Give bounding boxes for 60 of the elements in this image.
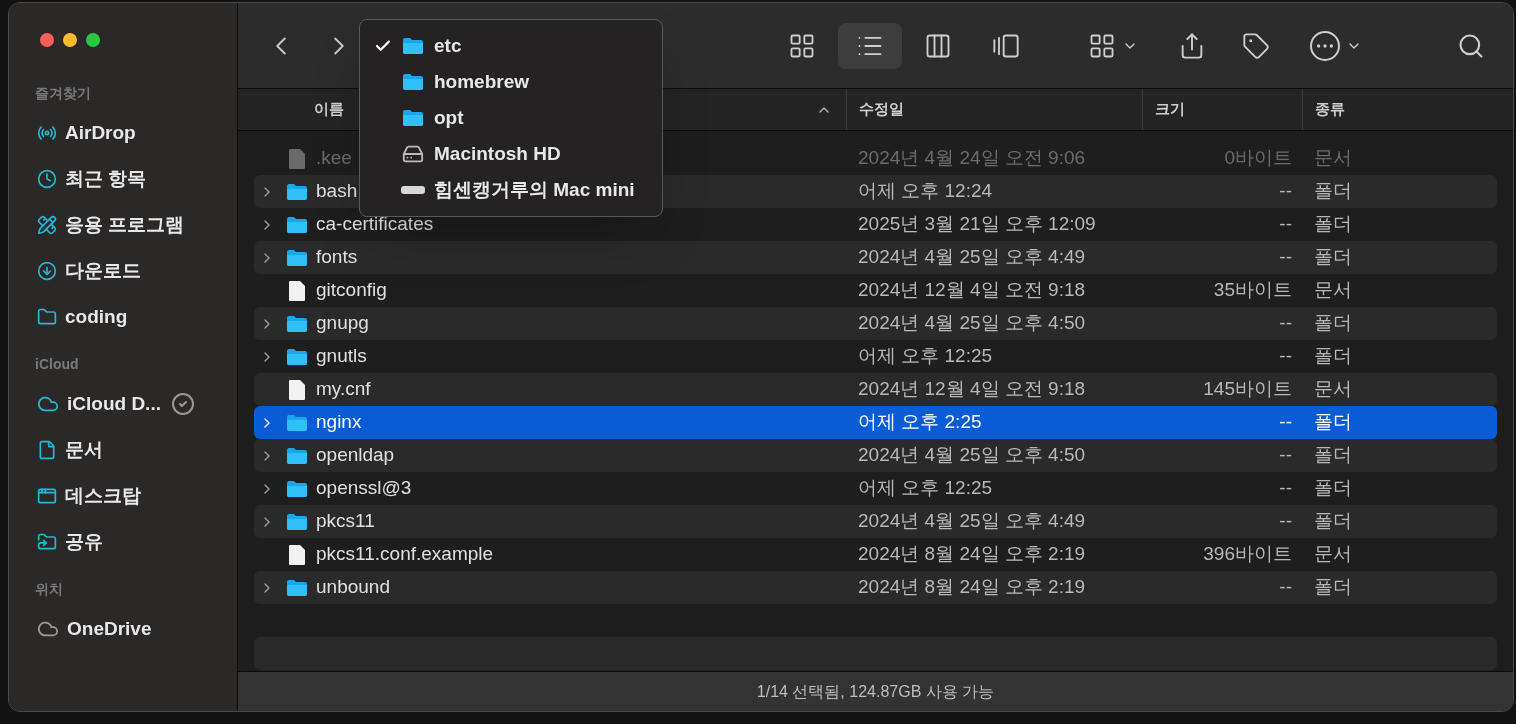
modified-date: 어제 오후 12:25 <box>857 476 994 501</box>
modified-date: 2024년 4월 24일 오전 9:06 <box>857 146 1087 171</box>
file-size: -- <box>1278 410 1292 435</box>
modified-date: 어제 오후 12:24 <box>857 179 994 204</box>
file-name: openldap <box>316 443 395 468</box>
file-type: 문서 <box>1313 377 1352 402</box>
file-type: 폴더 <box>1313 344 1352 369</box>
file-type: 폴더 <box>1313 212 1352 237</box>
modified-date: 2024년 4월 25일 오후 4:49 <box>857 509 1087 534</box>
file-type: 폴더 <box>1313 311 1352 336</box>
modified-date: 2024년 8월 24일 오후 2:19 <box>857 575 1087 600</box>
file-name: bash <box>316 179 358 204</box>
file-name: fonts <box>316 245 358 270</box>
file-type: 폴더 <box>1313 179 1352 204</box>
modified-date: 2025년 3월 21일 오후 12:09 <box>857 212 1097 237</box>
modified-date: 2024년 12월 4일 오전 9:18 <box>857 377 1087 402</box>
file-size: 145바이트 <box>1202 377 1292 402</box>
file-type: 문서 <box>1313 278 1352 303</box>
modified-date: 2024년 8월 24일 오후 2:19 <box>857 542 1087 567</box>
sidebar-section-title: 즐겨찾기 <box>35 84 92 103</box>
file-name: ca-certificates <box>316 212 434 237</box>
file-name: openssl@3 <box>316 476 412 501</box>
modified-date: 어제 오후 2:25 <box>857 410 983 435</box>
file-size: -- <box>1278 212 1292 237</box>
file-type: 문서 <box>1313 542 1352 567</box>
modified-date: 2024년 4월 25일 오후 4:50 <box>857 311 1087 336</box>
file-type: 폴더 <box>1313 443 1352 468</box>
file-type: 폴더 <box>1313 575 1352 600</box>
file-size: -- <box>1278 476 1292 501</box>
file-name: gnutls <box>316 344 367 369</box>
sidebar-section-title: iCloud <box>35 355 80 374</box>
file-name: gitconfig <box>316 278 387 303</box>
file-type: 폴더 <box>1313 476 1352 501</box>
file-size: -- <box>1278 575 1292 600</box>
status-text: 1/14 선택됨, 124.87GB 사용 가능 <box>756 681 995 702</box>
file-type: 폴더 <box>1313 245 1352 270</box>
file-name: my.cnf <box>316 377 371 402</box>
modified-date: 어제 오후 12:25 <box>857 344 994 369</box>
file-size: 35바이트 <box>1212 278 1292 303</box>
file-size: -- <box>1278 245 1292 270</box>
file-size: -- <box>1278 509 1292 534</box>
file-name: pkcs11 <box>316 509 375 534</box>
modified-date: 2024년 4월 25일 오후 4:50 <box>857 443 1087 468</box>
file-size: -- <box>1278 344 1292 369</box>
file-type: 폴더 <box>1313 410 1352 435</box>
file-name: unbound <box>316 575 390 600</box>
file-name: gnupg <box>316 311 369 336</box>
file-size: 0바이트 <box>1223 146 1292 171</box>
file-type: 폴더 <box>1313 509 1352 534</box>
file-name: pkcs11.conf.example <box>316 542 494 567</box>
file-type: 문서 <box>1313 146 1352 171</box>
file-name: nginx <box>316 410 362 435</box>
sidebar-section-title: 위치 <box>35 580 64 599</box>
file-size: -- <box>1278 443 1292 468</box>
modified-date: 2024년 12월 4일 오전 9:18 <box>857 278 1087 303</box>
file-name: .kee <box>316 146 352 171</box>
file-size: -- <box>1278 311 1292 336</box>
modified-date: 2024년 4월 25일 오후 4:49 <box>857 245 1087 270</box>
file-size: 396바이트 <box>1202 542 1292 567</box>
file-size: -- <box>1278 179 1292 204</box>
